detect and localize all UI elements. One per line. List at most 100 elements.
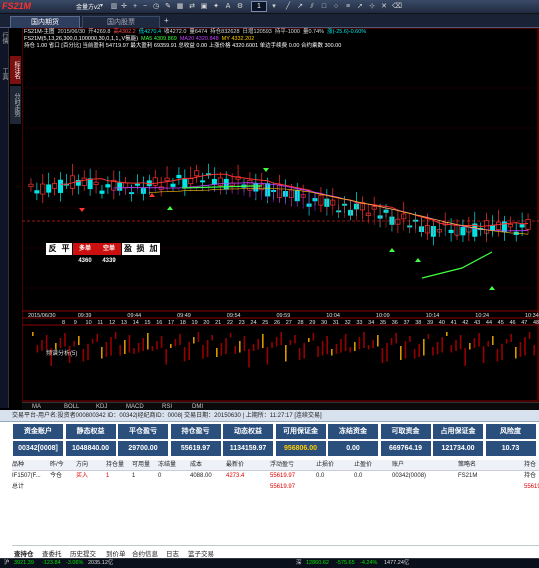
eraser-icon[interactable]: ⌫ xyxy=(392,2,402,11)
signal-icon[interactable]: ✦ xyxy=(212,2,220,11)
take-profit-button[interactable]: 盈 xyxy=(122,243,134,255)
trade-icon[interactable]: ⇄ xyxy=(188,2,196,11)
ray-tool-icon[interactable]: ↗ xyxy=(296,2,304,11)
zoom-level-field[interactable]: 1 xyxy=(251,1,267,12)
arrow-tool-icon[interactable]: ➚ xyxy=(356,2,364,11)
indicator-axis-label: 21 xyxy=(215,320,221,326)
chart-header-field: 量0.74% xyxy=(302,29,325,35)
summary-value: 55619.97 xyxy=(180,445,211,452)
zoom-out-icon[interactable]: − xyxy=(141,2,149,11)
summary-value: 10.73 xyxy=(501,445,520,452)
spectrum-bar xyxy=(400,346,402,360)
indicator-axis-label: 37 xyxy=(403,320,409,326)
tab-bar: 国内期货 国内股票 + xyxy=(0,14,539,28)
zoom-in-icon[interactable]: + xyxy=(131,2,139,11)
tab-domestic-futures[interactable]: 国内期货 xyxy=(10,16,80,28)
table-cell: 买入 xyxy=(76,473,89,479)
table-cell: 账户 xyxy=(392,462,405,468)
indicator-axis-label: 28 xyxy=(298,320,304,326)
chevron-down-icon[interactable]: ▾ xyxy=(270,2,278,11)
close-position-button[interactable]: 平 xyxy=(59,243,72,255)
sidebar-item-tools[interactable]: 工具 xyxy=(0,68,9,80)
spectrum-bar xyxy=(271,342,273,348)
add-tab-button[interactable]: + xyxy=(164,16,169,25)
spectrum-bar xyxy=(285,345,287,362)
reverse-button[interactable]: 反 xyxy=(46,243,59,255)
chart-header-field: FS21M-主图 xyxy=(24,29,55,35)
kline-chart[interactable]: 2015/06/30 09:39 09:44 09:49 09:54 09:59 10:04… xyxy=(22,28,539,402)
table-cell: 1 xyxy=(132,473,136,479)
grid-icon[interactable]: ▦ xyxy=(176,2,184,11)
summary-value: 956806.00 xyxy=(283,445,318,452)
candle-body xyxy=(495,221,501,230)
time-axis-label: 10:24 xyxy=(475,313,489,319)
delete-tool-icon[interactable]: ✕ xyxy=(380,2,388,11)
chart-header-field: 高4302.2 xyxy=(113,29,136,35)
tab-annotation[interactable]: 标注名 xyxy=(10,56,21,84)
lock-icon[interactable]: ▣ xyxy=(200,2,208,11)
spectrum-bar xyxy=(381,348,384,363)
candle-body xyxy=(99,190,105,194)
indicator-axis-label: 38 xyxy=(415,320,421,326)
time-axis-label: 10:14 xyxy=(426,313,440,319)
chart-header: FS21M-主图 2015/06/30 开4269.8 高4302.2 低4270.4 收… xyxy=(24,29,369,50)
spectrum-bar xyxy=(110,337,112,356)
status-index-field: 2035.12亿 xyxy=(88,560,114,566)
long-order-button[interactable]: 多单 4360 xyxy=(73,243,97,264)
ellipse-tool-icon[interactable]: ○ xyxy=(332,2,340,11)
settings-icon[interactable]: ⚙ xyxy=(236,2,244,11)
tab-trade-6[interactable]: 篮子交易 xyxy=(188,548,214,558)
chart-area[interactable]: 2015/06/30 09:39 09:44 09:49 09:54 09:59 10:04… xyxy=(22,28,539,408)
indicator-axis-label: 26 xyxy=(274,320,280,326)
tab-trade-5[interactable]: 日志 xyxy=(166,548,179,558)
spectrum-bar xyxy=(234,346,236,354)
summary-cell: 冻结资金 0.00 xyxy=(327,424,379,458)
tab-intraday[interactable]: 分时走势 xyxy=(10,86,21,124)
tab-trade-3[interactable]: 到价单 xyxy=(106,548,126,558)
short-order-button[interactable]: 空单 4339 xyxy=(97,243,121,264)
tab-trade-4[interactable]: 合约信息 xyxy=(132,548,158,558)
spectrum-bar xyxy=(427,334,430,339)
chart-side-tabs: 标注名 分时走势 xyxy=(10,56,21,126)
time-axis-label: 10:04 xyxy=(326,313,340,319)
add-position-button[interactable]: 加 xyxy=(147,243,160,255)
summary-cell: 风险度 10.73 xyxy=(485,424,537,458)
chart-type-icon[interactable]: ▥ xyxy=(110,2,118,11)
spectrum-bar xyxy=(32,332,34,336)
product-selector[interactable]: 金量方v2 xyxy=(76,2,100,11)
fib-tool-icon[interactable]: ≡ xyxy=(344,2,352,11)
spectrum-bar xyxy=(455,340,457,351)
spectrum-bar xyxy=(317,346,319,357)
spectrum-bar xyxy=(363,332,365,348)
measure-tool-icon[interactable]: ⊹ xyxy=(368,2,376,11)
tab-trade-2[interactable]: 历史提交 xyxy=(70,548,96,558)
spectrum-bar xyxy=(354,342,356,351)
tab-trade-1[interactable]: 查委托 xyxy=(42,548,62,558)
rect-tool-icon[interactable]: □ xyxy=(320,2,328,11)
summary-label: 可取资金 xyxy=(391,428,420,435)
sidebar-item-quotes[interactable]: 行情 xyxy=(0,32,9,44)
chevron-down-icon[interactable]: ▾ xyxy=(100,2,103,9)
candle-body xyxy=(188,178,194,185)
table-row[interactable]: IF1507(F... 今仓 买入 1 1 0 4088.00 4273.4 55619.97 0… xyxy=(12,471,539,482)
line-tool-icon[interactable]: ╱ xyxy=(284,2,292,11)
summary-value: 0.00 xyxy=(346,445,360,452)
crosshair-icon[interactable]: ✛ xyxy=(120,2,128,11)
table-cell: 浮动盈亏 xyxy=(270,462,295,468)
tab-domestic-stocks[interactable]: 国内股票 xyxy=(82,16,160,28)
channel-tool-icon[interactable]: ⫽ xyxy=(308,2,316,11)
spectrum-bar xyxy=(165,349,167,365)
chart-ma-field: MA5 4309.869 xyxy=(141,36,177,42)
draw-icon[interactable]: ✎ xyxy=(164,2,172,11)
text-icon[interactable]: A xyxy=(224,2,232,11)
stop-loss-button[interactable]: 损 xyxy=(134,243,147,255)
summary-value: 669764.19 xyxy=(388,445,423,452)
spectrum-bar xyxy=(41,340,43,351)
chart-ma-field: FS21M(5,13,26,300,0,100000,30,0,1,1,,V氨能… xyxy=(24,36,139,42)
table-cell: 0.0 xyxy=(316,473,325,479)
tab-trade-0[interactable]: 查持仓 xyxy=(14,548,34,558)
spectrum-bar xyxy=(386,343,388,362)
table-cell: 冻结量 xyxy=(158,462,177,468)
period-icon[interactable]: ◷ xyxy=(152,2,160,11)
chart-header-field: 低4270.4 xyxy=(138,29,162,35)
